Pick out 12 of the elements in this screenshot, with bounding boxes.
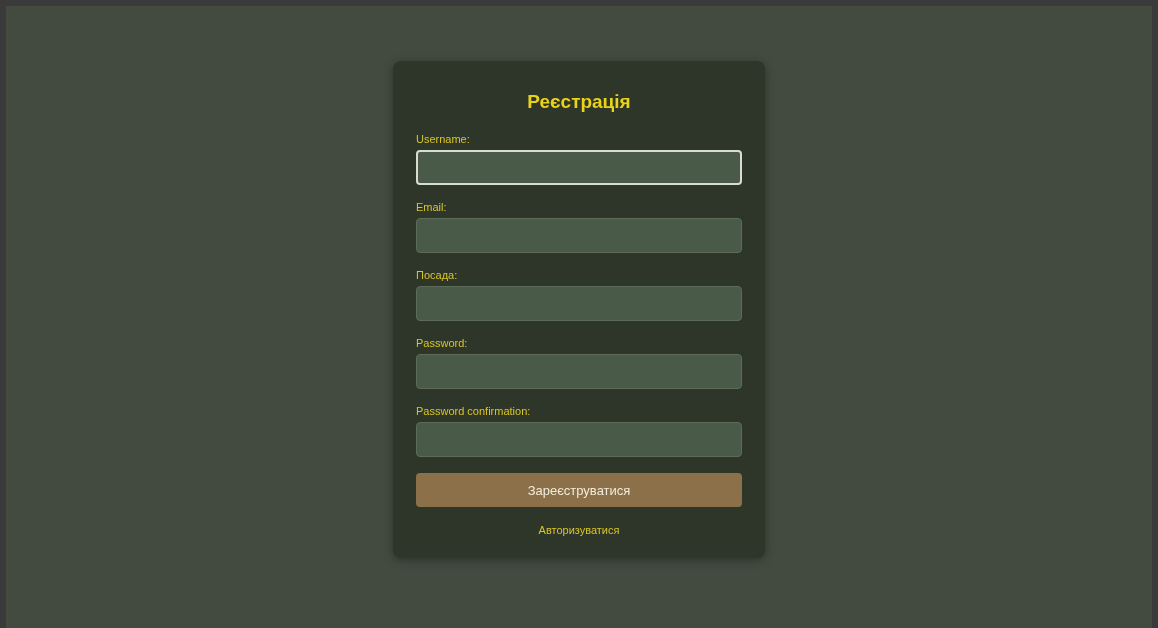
input-field[interactable]: [416, 286, 742, 321]
input-field[interactable]: [416, 422, 742, 457]
login-link[interactable]: Авторизуватися: [538, 524, 620, 536]
form-title: Реєстрація: [526, 91, 632, 113]
input-field[interactable]: [416, 354, 742, 389]
field-label: Password confirmation:: [416, 405, 531, 417]
register-button[interactable]: Зареєструватися: [416, 473, 742, 507]
input-field[interactable]: [416, 218, 742, 253]
field-label: Password:: [416, 337, 468, 349]
field-label: Username:: [416, 133, 470, 145]
field-label: Посада:: [416, 269, 458, 281]
field-label: Email:: [416, 201, 447, 213]
